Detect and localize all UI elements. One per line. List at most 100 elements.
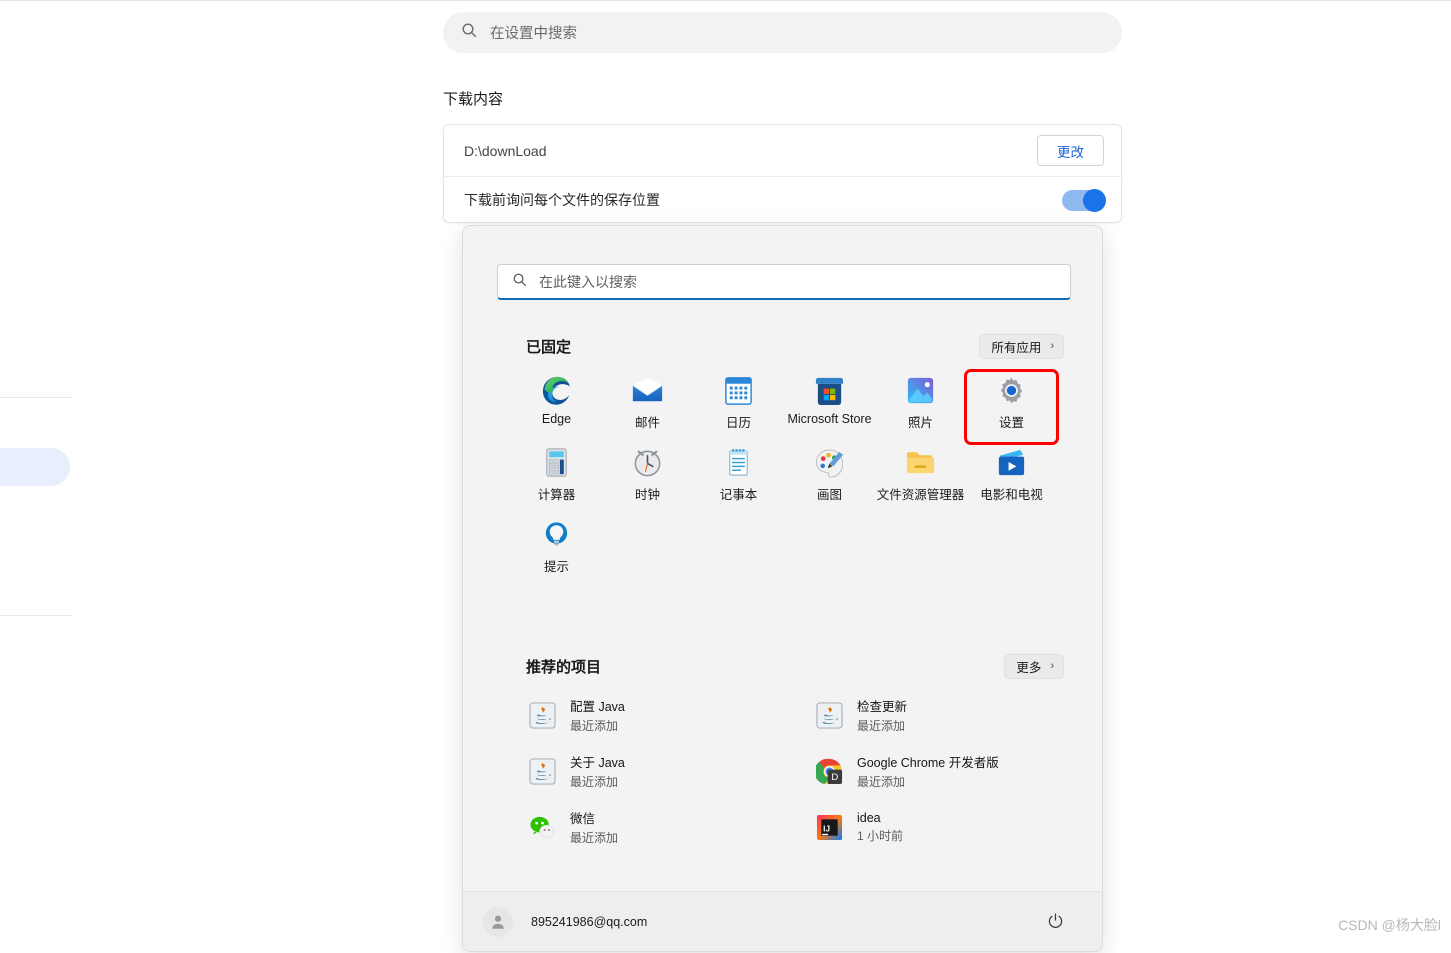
pinned-app-label: 日历 [725, 416, 751, 430]
recommended-item[interactable]: 关于 Java 最近添加 [521, 748, 791, 794]
settings-gear-icon [995, 374, 1028, 407]
download-path-value: D:\downLoad [464, 142, 547, 159]
pinned-app-13[interactable]: 提示 [511, 515, 602, 587]
pinned-app-4[interactable]: Microsoft Store [784, 371, 875, 443]
more-label: 更多 [1016, 660, 1042, 675]
pinned-app-label: 提示 [543, 560, 569, 574]
download-path-row: D:\downLoad 更改 [444, 125, 1123, 176]
chevron-right-icon: › [1050, 340, 1054, 352]
pinned-app-label: 邮件 [634, 416, 660, 430]
ask-location-row: 下载前询问每个文件的保存位置 [444, 176, 1123, 223]
pinned-app-12[interactable]: 电影和电视 [966, 443, 1057, 515]
nav-divider-top [0, 397, 73, 398]
recommended-item-subtitle: 最近添加 [570, 719, 619, 733]
pinned-app-label: 时钟 [634, 488, 660, 502]
pinned-app-label: 电影和电视 [980, 488, 1043, 502]
calendar-icon [722, 374, 755, 407]
pinned-app-3[interactable]: 日历 [693, 371, 784, 443]
edge-icon [540, 374, 573, 407]
top-divider [0, 0, 1451, 1]
recommended-item-subtitle: 1 小时前 [857, 828, 904, 843]
recommended-item[interactable]: 微信 最近添加 [521, 804, 791, 850]
start-menu: 在此键入以搜索 已固定 所有应用 › Edge 邮件 日历 Microsoft … [462, 225, 1103, 952]
recommended-item-name: 微信 [570, 812, 596, 826]
pinned-app-label: 计算器 [537, 488, 576, 502]
file-explorer-icon [904, 446, 937, 479]
pinned-app-1[interactable]: Edge [511, 371, 602, 443]
recommended-item-name: Google Chrome 开发者版 [857, 756, 999, 770]
toggle-knob [1083, 189, 1106, 212]
ask-location-toggle[interactable] [1062, 189, 1106, 212]
mail-icon [631, 374, 664, 407]
pinned-app-label: 画图 [816, 488, 842, 502]
start-search-placeholder: 在此键入以搜索 [539, 273, 637, 290]
photos-icon [904, 374, 937, 407]
java-icon [529, 757, 556, 785]
pinned-apps-grid: Edge 邮件 日历 Microsoft Store 照片 设置 计算器 时钟 … [511, 369, 1059, 587]
user-avatar-icon [483, 906, 513, 937]
pinned-app-label: Edge [541, 412, 572, 426]
recommended-item-name: 关于 Java [570, 756, 625, 770]
csdn-watermark: CSDN @杨大脸l [1338, 917, 1441, 933]
java-icon [529, 701, 556, 729]
account-email: 895241986@qq.com [531, 914, 648, 929]
ask-location-label: 下载前询问每个文件的保存位置 [464, 192, 660, 208]
movies-tv-icon [995, 446, 1028, 479]
recommended-title: 推荐的项目 [526, 658, 602, 676]
settings-search-placeholder: 在设置中搜索 [490, 26, 577, 42]
pinned-app-10[interactable]: 画图 [784, 443, 875, 515]
pinned-app-8[interactable]: 时钟 [602, 443, 693, 515]
pinned-app-label: 设置 [998, 416, 1024, 430]
clock-icon [631, 446, 664, 479]
recommended-item-subtitle: 最近添加 [857, 719, 906, 733]
wechat-icon [529, 814, 556, 841]
pinned-app-7[interactable]: 计算器 [511, 443, 602, 515]
more-button[interactable]: 更多 › [1004, 653, 1064, 679]
recommended-item-name: idea [857, 810, 881, 825]
chevron-right-icon: › [1050, 660, 1054, 672]
pinned-title: 已固定 [526, 338, 572, 356]
recommended-item-subtitle: 最近添加 [570, 831, 619, 845]
recommended-header: 推荐的项目 更多 › [463, 653, 1102, 679]
recommended-item[interactable]: IJ idea 1 小时前 [808, 804, 1078, 850]
start-search-box[interactable]: 在此键入以搜索 [497, 264, 1071, 300]
pinned-app-5[interactable]: 照片 [875, 371, 966, 443]
recommended-item-name: 检查更新 [857, 700, 908, 714]
pinned-app-9[interactable]: 记事本 [693, 443, 784, 515]
change-button[interactable]: 更改 [1037, 135, 1104, 166]
calculator-icon [540, 446, 573, 479]
settings-search-box[interactable]: 在设置中搜索 [443, 12, 1122, 53]
recommended-item[interactable]: 配置 Java 最近添加 [521, 692, 791, 738]
recommended-item-subtitle: 最近添加 [570, 775, 619, 789]
pinned-app-label: Microsoft Store [787, 412, 872, 426]
pinned-app-11[interactable]: 文件资源管理器 [875, 443, 966, 515]
recommended-item-name: 配置 Java [570, 700, 625, 714]
power-button[interactable] [1040, 907, 1070, 937]
recommended-item[interactable]: D Google Chrome 开发者版 最近添加 [808, 748, 1078, 794]
all-apps-label: 所有应用 [991, 340, 1042, 355]
tips-bulb-icon [540, 518, 573, 551]
svg-text:D: D [831, 772, 838, 783]
chrome-dev-icon: D [814, 758, 843, 785]
downloads-card: D:\downLoad 更改 下载前询问每个文件的保存位置 [443, 124, 1123, 223]
pinned-app-label: 记事本 [719, 488, 758, 502]
pinned-header: 已固定 所有应用 › [463, 333, 1102, 359]
recommended-item-subtitle: 最近添加 [857, 775, 906, 789]
search-icon [512, 272, 527, 292]
notepad-icon [722, 446, 755, 479]
sidebar-active-item[interactable] [0, 448, 70, 486]
svg-text:IJ: IJ [823, 824, 830, 833]
recommended-item[interactable]: 检查更新 最近添加 [808, 692, 1078, 738]
account-button[interactable]: 895241986@qq.com [483, 906, 648, 937]
pinned-app-label: 文件资源管理器 [876, 488, 965, 502]
pinned-app-label: 照片 [907, 416, 933, 430]
downloads-section-title: 下载内容 [443, 91, 504, 108]
start-footer: 895241986@qq.com [463, 891, 1102, 951]
all-apps-button[interactable]: 所有应用 › [979, 333, 1064, 359]
java-icon [816, 701, 843, 729]
paint-icon [813, 446, 846, 479]
pinned-app-6[interactable]: 设置 [964, 369, 1059, 445]
nav-divider-bottom [0, 615, 73, 616]
pinned-app-2[interactable]: 邮件 [602, 371, 693, 443]
screen: 在设置中搜索 下载内容 D:\downLoad 更改 下载前询问每个文件的保存位… [0, 0, 1451, 953]
